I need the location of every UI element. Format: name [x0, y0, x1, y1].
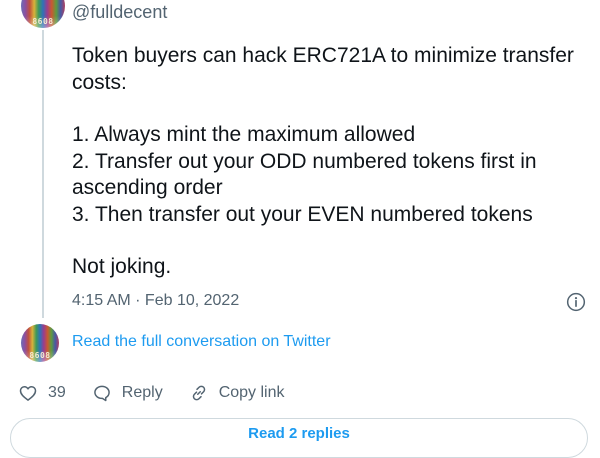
reply-button[interactable]: Reply	[92, 383, 163, 403]
info-icon[interactable]	[566, 292, 586, 312]
reply-label: Reply	[121, 384, 163, 401]
tweet-timestamp[interactable]: 4:15 AM · Feb 10, 2022	[72, 292, 239, 310]
tweet-line: Not joking.	[72, 255, 172, 278]
thread-line	[42, 30, 44, 318]
tweet-line: 1. Always mint the maximum allowed	[72, 123, 416, 146]
tweet-line: 2. Transfer out your ODD numbered tokens…	[72, 149, 537, 200]
avatar[interactable]: 8608	[21, 0, 65, 28]
like-button[interactable]: 39	[18, 383, 66, 403]
link-icon	[192, 385, 205, 401]
speech-bubble-icon	[93, 385, 110, 402]
read-replies-button[interactable]: Read 2 replies	[10, 418, 588, 458]
avatar-text: 8608	[29, 351, 51, 360]
like-count: 39	[48, 384, 66, 401]
copy-link-label: Copy link	[218, 384, 285, 401]
tweet-text: Token buyers can hack ERC721A to minimiz…	[72, 43, 597, 281]
heart-icon	[19, 386, 37, 401]
avatar-text: 8608	[32, 17, 54, 26]
tweet-line: Token buyers can hack ERC721A to minimiz…	[72, 44, 574, 94]
conversation-avatar[interactable]: 8608	[21, 324, 59, 362]
author-handle[interactable]: @fulldecent	[72, 2, 167, 23]
read-conversation-link[interactable]: Read the full conversation on Twitter	[72, 333, 331, 351]
action-bar: 39 Reply Copy link	[18, 383, 311, 403]
tweet-line: 3. Then transfer out your EVEN numbered …	[72, 202, 533, 226]
copy-link-button[interactable]: Copy link	[189, 383, 285, 403]
